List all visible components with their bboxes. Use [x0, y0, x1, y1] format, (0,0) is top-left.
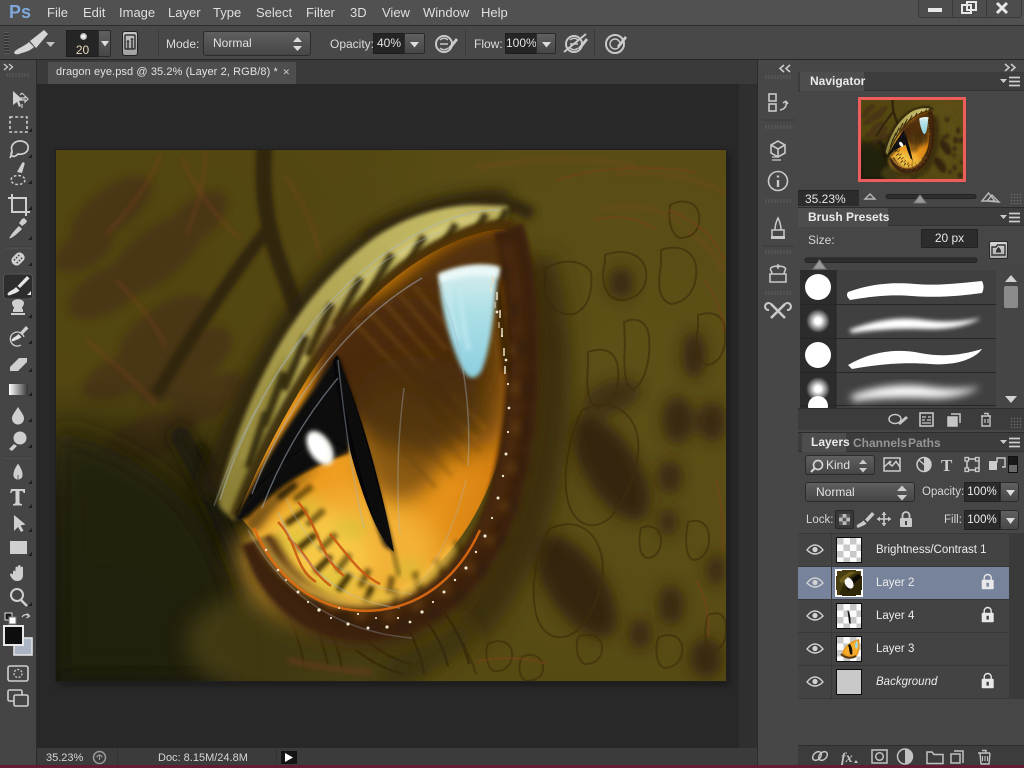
svg-text:T: T: [941, 456, 953, 475]
svg-text:fx: fx: [841, 751, 853, 766]
